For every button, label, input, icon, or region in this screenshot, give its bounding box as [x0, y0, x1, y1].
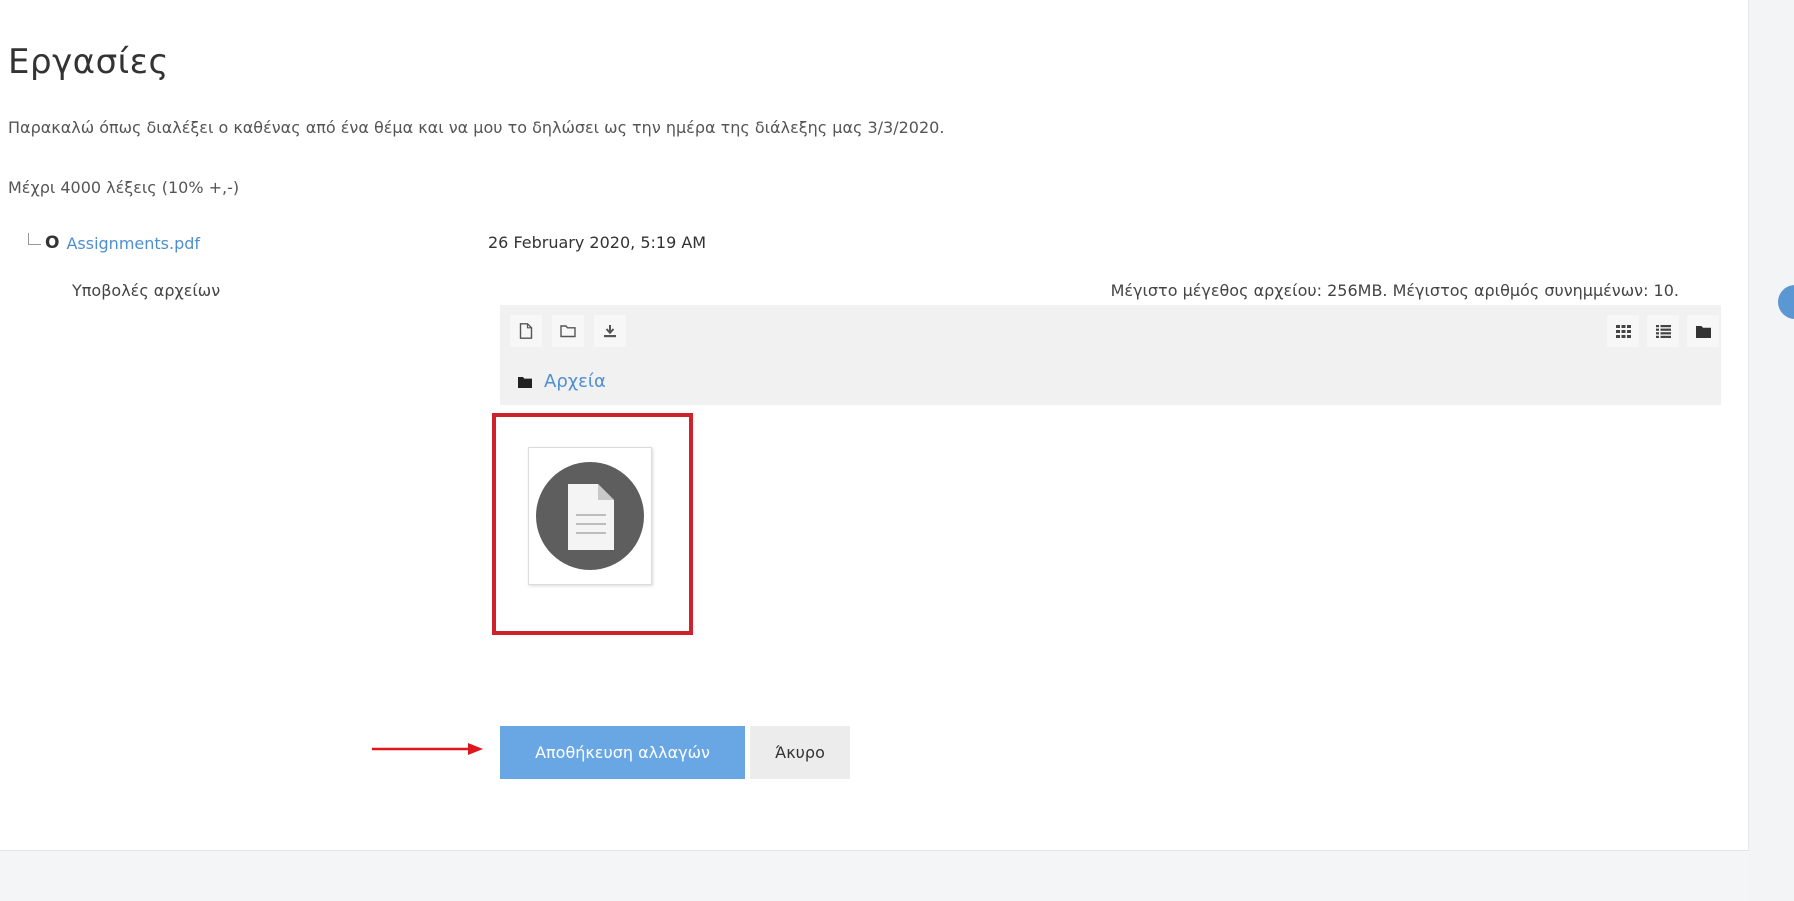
filemanager-breadcrumb: Αρχεία [518, 371, 606, 392]
list-view-icon [1655, 324, 1671, 338]
assignment-intro: Παρακαλώ όπως διαλέξει ο καθένας από ένα… [8, 118, 945, 137]
tree-view-button[interactable] [1687, 315, 1719, 347]
main-content: Εργασίες Παρακαλώ όπως διαλέξει ο καθένα… [0, 0, 1749, 851]
save-changes-button[interactable]: Αποθήκευση αλλαγών [500, 726, 745, 779]
folder-icon [518, 376, 532, 388]
right-sidebar [1749, 0, 1794, 901]
add-file-icon [519, 323, 533, 339]
red-arrow-annotation [372, 743, 483, 755]
attachment-link[interactable]: Assignments.pdf [66, 234, 200, 253]
breadcrumb-files-link[interactable]: Αρχεία [544, 371, 606, 392]
tree-view-icon [1695, 325, 1711, 338]
create-folder-icon [560, 325, 576, 338]
tree-connector [28, 232, 41, 245]
file-limits-info: Μέγιστο μέγεθος αρχείου: 256MB. Μέγιστος… [1110, 281, 1679, 300]
download-icon [604, 325, 616, 338]
list-view-button[interactable] [1647, 315, 1679, 347]
grid-view-icon [1615, 324, 1631, 338]
attachment-date: 26 February 2020, 5:19 AM [488, 233, 707, 252]
page-title: Εργασίες [8, 42, 169, 82]
attachment-row: O Assignments.pdf [28, 232, 200, 253]
highlighted-file-area [492, 413, 693, 635]
download-button[interactable] [594, 315, 626, 347]
document-icon [536, 462, 644, 570]
uploaded-file-thumbnail[interactable] [528, 447, 652, 585]
create-folder-button[interactable] [552, 315, 584, 347]
grid-view-button[interactable] [1607, 315, 1639, 347]
add-file-button[interactable] [510, 315, 542, 347]
filemanager-toolbar: Αρχεία [500, 305, 1721, 405]
cancel-button[interactable]: Άκυρο [750, 726, 850, 779]
word-limit-note: Μέχρι 4000 λέξεις (10% +,-) [8, 178, 240, 197]
file-submissions-label: Υποβολές αρχείων [72, 281, 221, 300]
pdf-icon: O [45, 233, 60, 253]
